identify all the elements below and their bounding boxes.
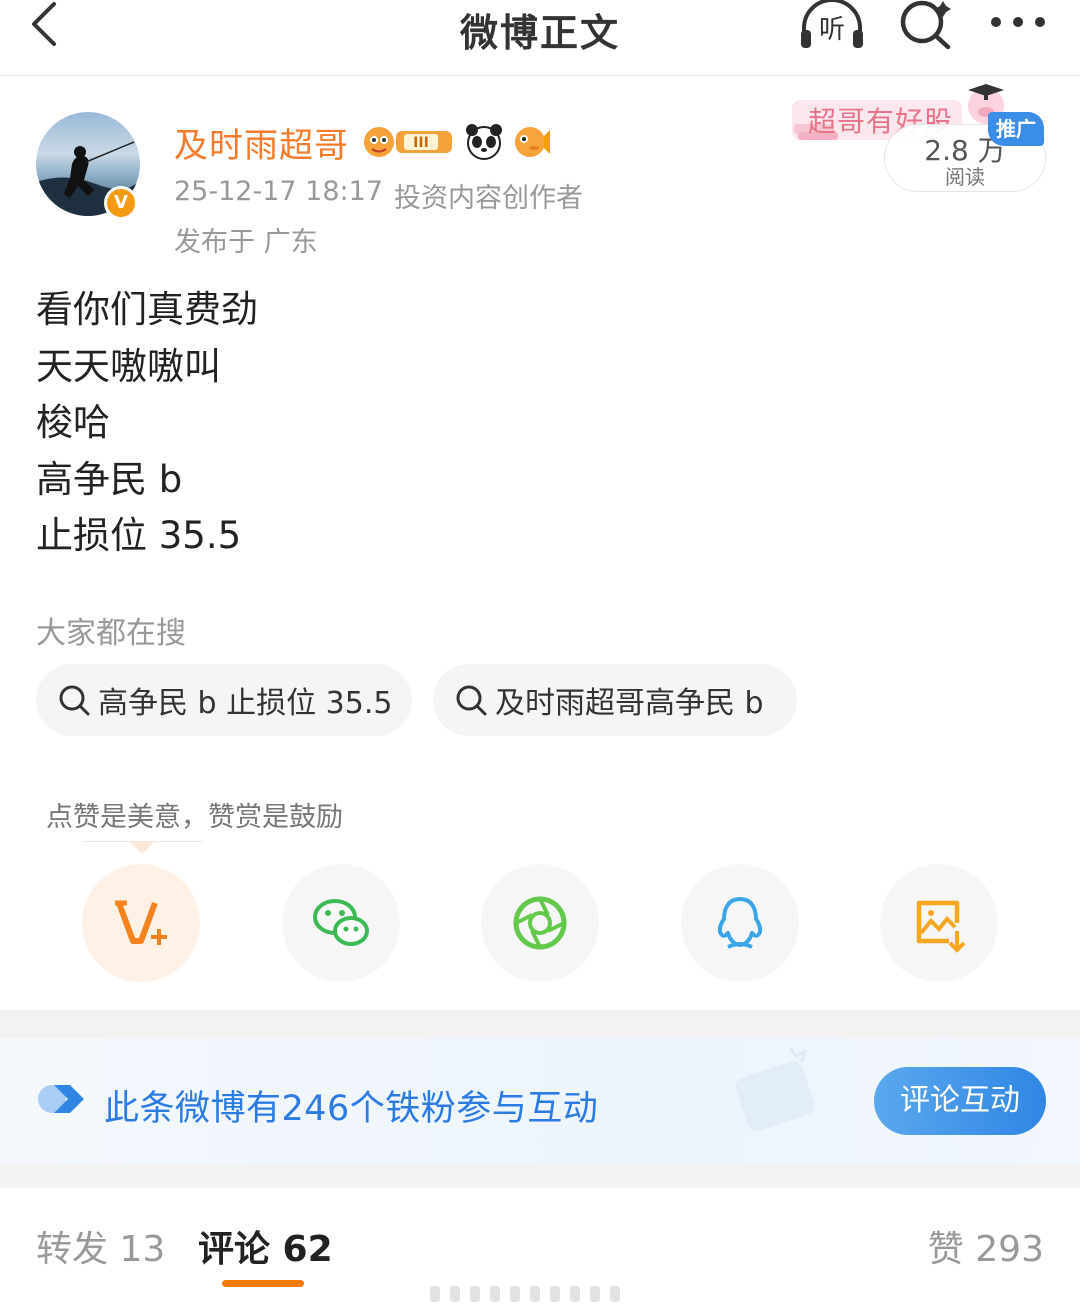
- headphones-icon: 听: [801, 0, 863, 48]
- post-line: 天天嗷嗷叫: [36, 344, 221, 388]
- post-time: 25-12-17 18:17: [174, 176, 383, 207]
- hot-search-chip-text: 高争民 b 止损位 35.5: [98, 686, 393, 721]
- reads-label: 阅读: [945, 165, 985, 189]
- fan-level-badge-icon[interactable]: III: [362, 125, 458, 159]
- qq-icon: [717, 897, 763, 949]
- share-moments-button[interactable]: [481, 864, 599, 982]
- post-location: 发布于 广东: [174, 227, 318, 258]
- hot-search-chip[interactable]: 及时雨超哥高争民 b: [433, 664, 797, 736]
- banner-decoration-icon: [735, 1047, 815, 1131]
- search-icon: [59, 685, 90, 716]
- section-divider: [0, 1010, 1080, 1038]
- post-line: 梭哈: [36, 401, 110, 444]
- author-role: 投资内容创作者: [394, 183, 583, 214]
- moments-icon: [513, 896, 567, 950]
- post-line: 看你们真费劲: [36, 288, 258, 331]
- fan-interaction-text[interactable]: 此条微博有246个铁粉参与互动: [104, 1080, 598, 1131]
- vip-reward-icon: [115, 900, 167, 945]
- post-content: 看你们真费劲 天天嗷嗷叫 梭哈 高争民 b 止损位 35.5: [36, 282, 258, 565]
- verified-badge: V: [104, 186, 138, 220]
- fan-flag-icon: [38, 1085, 84, 1113]
- reward-tip: 点赞是美意，赞赏是鼓励: [46, 802, 343, 833]
- more-button[interactable]: [988, 10, 1052, 34]
- reward-button[interactable]: [82, 864, 200, 982]
- share-wechat-button[interactable]: [282, 864, 400, 982]
- search-button[interactable]: [898, 0, 954, 50]
- active-tab-indicator: [222, 1280, 304, 1287]
- hot-search-chip-text: 及时雨超哥高争民 b: [495, 686, 764, 721]
- author-name[interactable]: 及时雨超哥: [174, 118, 349, 167]
- search-icon: [900, 0, 951, 50]
- hot-search-label: 大家都在搜: [36, 616, 186, 651]
- section-divider: [0, 1164, 1080, 1188]
- share-qq-button[interactable]: [681, 864, 799, 982]
- tip-arrow: [130, 842, 154, 854]
- save-image-icon: [916, 900, 966, 953]
- scroll-fade-indicator: [430, 1286, 620, 1302]
- post-line: 止损位 35.5: [36, 514, 242, 557]
- listen-button[interactable]: 听: [798, 0, 866, 50]
- top-nav-bar: 微博正文 听: [0, 0, 1080, 76]
- wechat-icon: [313, 899, 369, 946]
- pufferfish-badge-icon[interactable]: [510, 122, 550, 162]
- save-image-button[interactable]: [880, 864, 998, 982]
- hot-search-chip[interactable]: 高争民 b 止损位 35.5: [36, 664, 412, 736]
- listen-label: 听: [819, 15, 845, 45]
- post-line: 高争民 b: [36, 457, 183, 501]
- ad-badge: 推广: [988, 112, 1044, 146]
- tab-repost[interactable]: 转发 13: [36, 1220, 165, 1272]
- promo-widget[interactable]: 超哥有好股 2.8 万 阅读 推广: [790, 84, 1052, 196]
- author-badges: III: [362, 122, 550, 162]
- panda-badge-icon[interactable]: [464, 122, 504, 162]
- tab-like[interactable]: 赞 293: [928, 1220, 1044, 1272]
- fan-level-label: III: [413, 135, 429, 151]
- comment-interact-button[interactable]: 评论互动: [874, 1067, 1046, 1135]
- search-icon: [456, 685, 487, 716]
- more-dots-icon: [991, 17, 1045, 27]
- tab-comment[interactable]: 评论 62: [198, 1220, 333, 1272]
